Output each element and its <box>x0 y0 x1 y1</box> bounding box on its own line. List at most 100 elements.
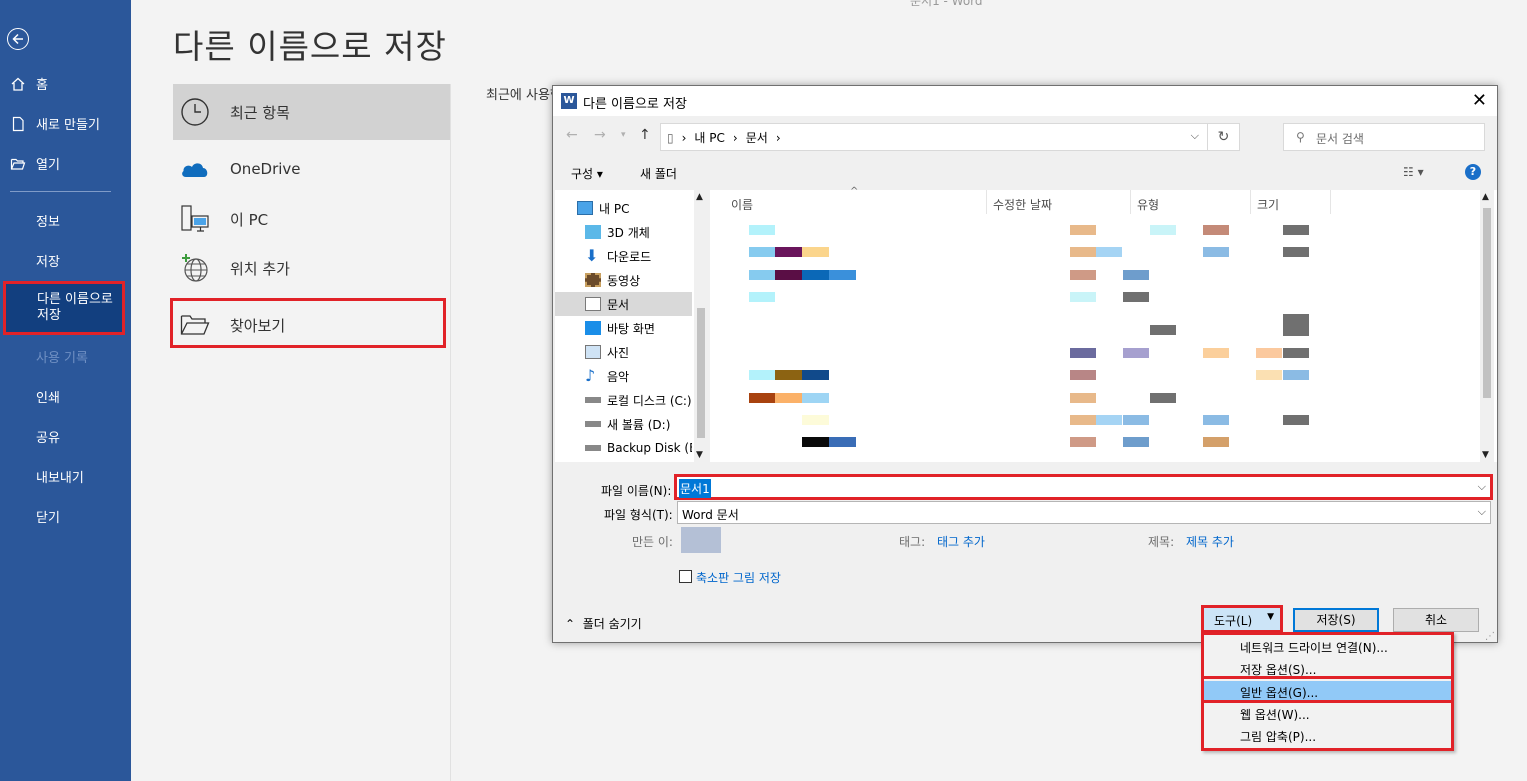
filetype-select[interactable]: Word 문서 ⌵ <box>677 501 1491 524</box>
view-options-icon[interactable]: ☷ ▾ <box>1403 165 1424 179</box>
title-input[interactable]: 제목 추가 <box>1186 533 1234 550</box>
column-label: 유형 <box>1137 198 1160 212</box>
column-header-size[interactable]: 크기 <box>1251 190 1331 214</box>
place-recent[interactable]: 최근 항목 <box>173 84 450 140</box>
menu-item-map-network-drive[interactable]: 네트워크 드라이브 연결(N)... <box>1204 636 1451 658</box>
tree-item-videos[interactable]: 동영상 <box>555 268 692 292</box>
tags-input[interactable]: 태그 추가 <box>937 533 985 550</box>
place-label: 이 PC <box>230 210 269 229</box>
nav-item-save-as[interactable]: 다른 이름으로 저장 <box>3 281 125 335</box>
annotation-box-general-options <box>1201 676 1454 703</box>
chevron-right-icon: › <box>775 130 781 145</box>
tree-item-drive-c[interactable]: 로컬 디스크 (C:) <box>555 388 692 412</box>
sort-ascending-icon: ^ <box>850 186 859 197</box>
back-icon[interactable]: ← <box>566 127 578 143</box>
scroll-up-icon[interactable]: ▲ <box>696 192 703 202</box>
place-onedrive[interactable]: OneDrive <box>173 141 450 197</box>
chevron-down-icon[interactable]: ⌵ <box>1191 129 1199 143</box>
3d-objects-icon <box>585 225 601 239</box>
tree-item-desktop[interactable]: 바탕 화면 <box>555 316 692 340</box>
tree-label: 동영상 <box>607 273 641 288</box>
tree-item-pictures[interactable]: 사진 <box>555 340 692 364</box>
drive-icon <box>585 421 601 427</box>
up-icon[interactable]: ↑ <box>639 127 651 143</box>
tree-item-3d[interactable]: 3D 개체 <box>555 220 692 244</box>
nav-item-home[interactable]: 홈 <box>10 74 48 93</box>
save-thumbnail-checkbox[interactable] <box>679 570 692 583</box>
open-folder-icon <box>10 158 26 170</box>
forward-icon[interactable]: → <box>594 127 606 143</box>
nav-item-history: 사용 기록 <box>36 351 88 366</box>
video-icon <box>585 273 601 287</box>
refresh-icon[interactable]: ↻ <box>1207 124 1239 150</box>
dialog-titlebar: W 다른 이름으로 저장 ✕ <box>553 86 1497 116</box>
back-arrow-icon[interactable] <box>7 28 29 50</box>
save-thumbnail-label[interactable]: 축소판 그림 저장 <box>696 569 781 586</box>
save-button[interactable]: 저장(S) <box>1293 608 1379 632</box>
menu-item-web-options[interactable]: 웹 옵션(W)... <box>1204 703 1451 725</box>
recent-dropdown-icon[interactable]: ▾ <box>621 130 626 140</box>
nav-item-share[interactable]: 공유 <box>36 427 60 446</box>
file-list: 이름 ^ 수정한 날짜 유형 크기 ▲ ▼ <box>710 186 1497 462</box>
tools-button[interactable]: 도구(L) ▼ <box>1201 605 1283 633</box>
tree-item-my-pc[interactable]: 내 PC <box>555 196 692 220</box>
tree-item-drive-e[interactable]: Backup Disk (E:) <box>555 436 692 460</box>
annotation-box-browse <box>170 298 446 348</box>
filename-label: 파일 이름(N): <box>601 484 672 498</box>
title-label: 제목: <box>1148 535 1175 549</box>
tree-label: 음악 <box>607 369 630 384</box>
tree-item-documents[interactable]: 문서 <box>555 292 692 316</box>
place-add-location[interactable]: 위치 추가 <box>173 240 450 296</box>
tree-label: 3D 개체 <box>607 225 650 240</box>
place-this-pc[interactable]: 이 PC <box>173 191 450 247</box>
cancel-button[interactable]: 취소 <box>1393 608 1479 632</box>
breadcrumb-item[interactable]: 내 PC <box>694 129 724 146</box>
scroll-thumb[interactable] <box>697 308 705 438</box>
organize-button[interactable]: 구성 ▾ <box>571 165 603 182</box>
chevron-down-icon[interactable]: ⌵ <box>1478 480 1486 494</box>
scroll-down-icon[interactable]: ▼ <box>1482 450 1489 460</box>
filename-input[interactable]: 문서1 ⌵ <box>674 474 1493 500</box>
tree-label: 문서 <box>607 297 630 312</box>
author-value[interactable] <box>681 527 721 553</box>
help-icon[interactable]: ? <box>1465 164 1481 180</box>
document-icon <box>585 297 601 311</box>
address-row: ← → ▾ ↑ ▯ › 내 PC › 문서 › ⌵ ↻ ⚲ 문서 검색 <box>553 121 1497 153</box>
hide-folders-button[interactable]: ⌃ 폴더 숨기기 <box>565 615 642 632</box>
address-bar[interactable]: ▯ › 내 PC › 문서 › ⌵ ↻ <box>660 123 1240 151</box>
breadcrumb-item[interactable]: 문서 <box>746 129 768 146</box>
onedrive-cloud-icon <box>180 154 210 184</box>
close-icon[interactable]: ✕ <box>1472 90 1487 111</box>
column-header-date[interactable]: 수정한 날짜 <box>987 190 1131 214</box>
search-input[interactable]: ⚲ 문서 검색 <box>1283 123 1485 151</box>
address-pc-icon: ▯ <box>667 130 674 145</box>
nav-item-open[interactable]: 열기 <box>10 154 60 173</box>
nav-item-export[interactable]: 내보내기 <box>36 467 84 486</box>
nav-item-close[interactable]: 닫기 <box>36 507 60 526</box>
nav-item-print[interactable]: 인쇄 <box>36 387 60 406</box>
place-label: OneDrive <box>230 160 301 178</box>
nav-item-new[interactable]: 새로 만들기 <box>10 114 100 133</box>
filetype-label: 파일 형식(T): <box>604 508 673 522</box>
nav-label: 홈 <box>36 78 48 93</box>
tree-item-downloads[interactable]: ⬇ 다운로드 <box>555 244 692 268</box>
resize-grip-icon[interactable]: ⋰ <box>1485 631 1495 642</box>
tree-item-drive-d[interactable]: 새 볼륨 (D:) <box>555 412 692 436</box>
nav-item-info[interactable]: 정보 <box>36 211 60 230</box>
column-label: 수정한 날짜 <box>993 198 1053 212</box>
new-folder-button[interactable]: 새 폴더 <box>640 165 677 182</box>
scroll-thumb[interactable] <box>1483 208 1491 398</box>
nav-item-save[interactable]: 저장 <box>36 251 60 270</box>
chevron-right-icon: › <box>732 130 738 145</box>
caret-down-icon: ▼ <box>1267 612 1274 622</box>
scroll-up-icon[interactable]: ▲ <box>1482 192 1489 202</box>
tree-scrollbar[interactable]: ▲ ▼ <box>694 190 708 462</box>
chevron-down-icon[interactable]: ⌵ <box>1478 505 1486 519</box>
search-icon: ⚲ <box>1296 130 1305 144</box>
menu-item-compress-pictures[interactable]: 그림 압축(P)... <box>1204 725 1451 747</box>
tree-item-music[interactable]: ♪ 음악 <box>555 364 692 388</box>
scroll-down-icon[interactable]: ▼ <box>696 450 703 460</box>
file-list-scrollbar[interactable]: ▲ ▼ <box>1480 190 1494 462</box>
drive-icon <box>585 397 601 403</box>
column-header-type[interactable]: 유형 <box>1131 190 1251 214</box>
